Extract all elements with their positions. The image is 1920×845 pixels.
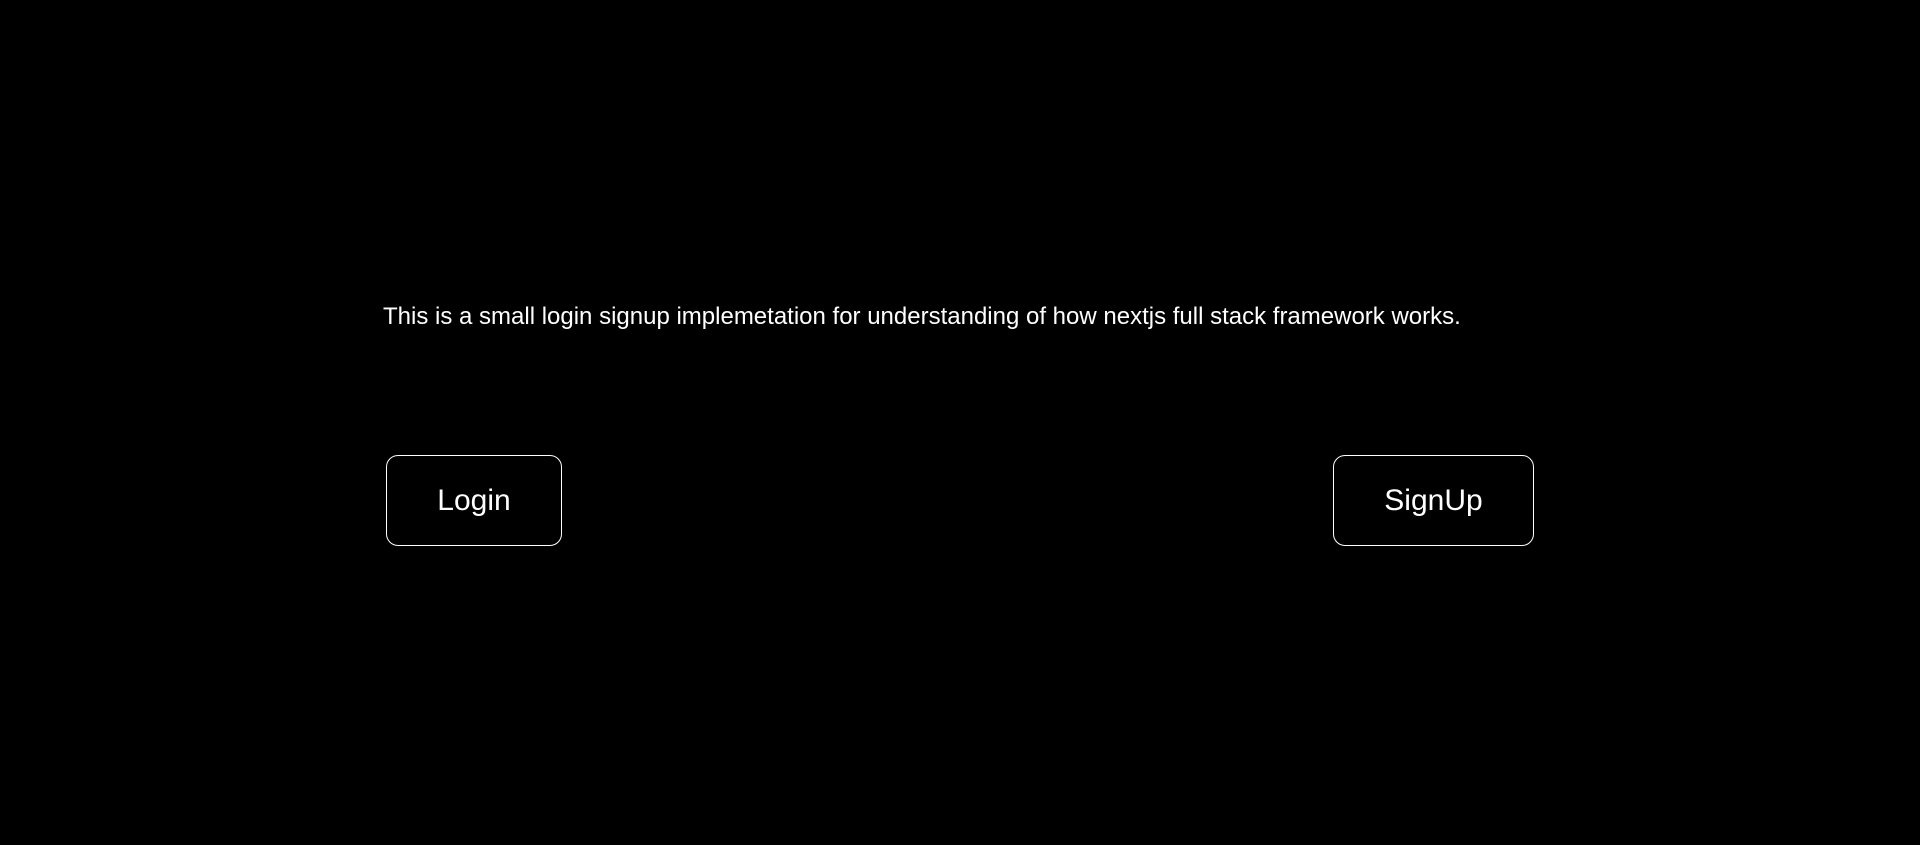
login-button[interactable]: Login <box>386 455 562 546</box>
home-page: This is a small login signup implemetati… <box>0 0 1920 845</box>
intro-text: This is a small login signup implemetati… <box>383 303 1461 330</box>
signup-button[interactable]: SignUp <box>1333 455 1534 546</box>
